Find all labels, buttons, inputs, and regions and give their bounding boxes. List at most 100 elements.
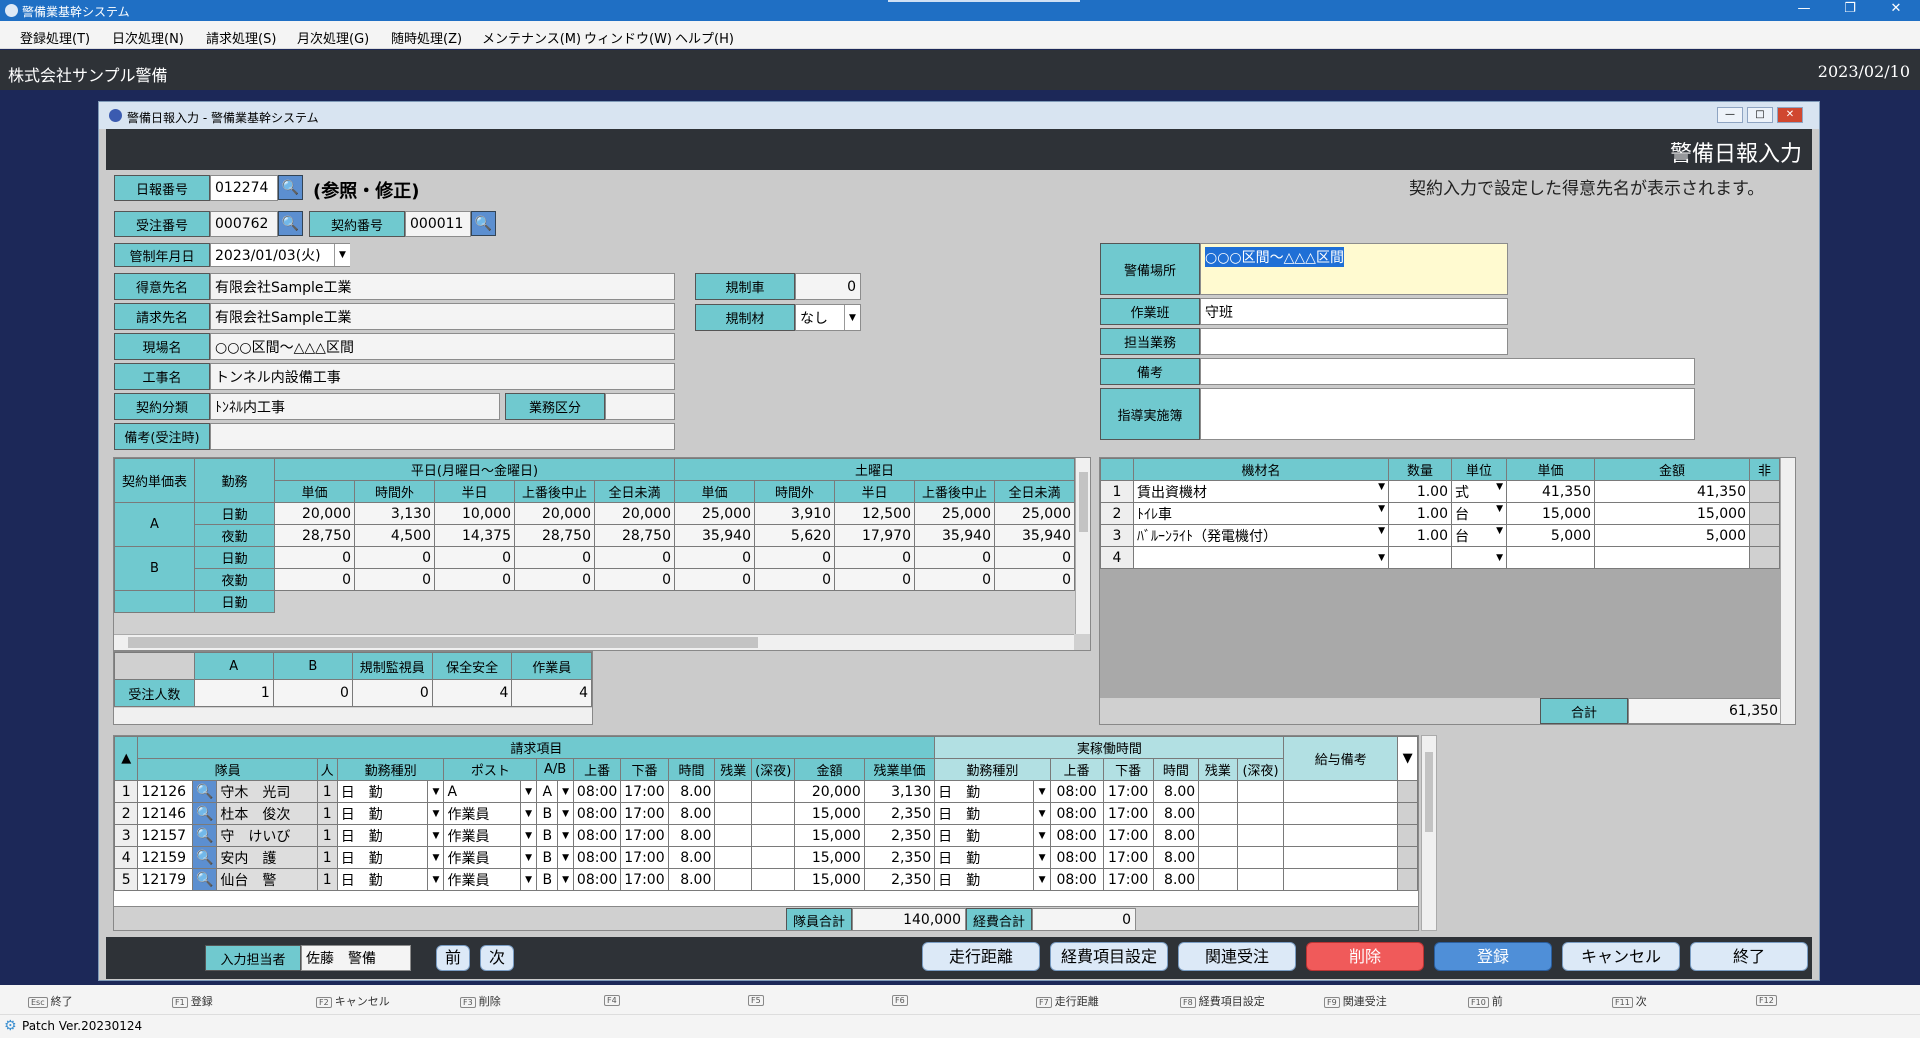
staff-kind[interactable]: 日 勤: [336, 846, 429, 869]
equip-unit[interactable]: ▼: [1451, 546, 1507, 569]
jitsu-end[interactable]: 17:00: [1102, 802, 1154, 825]
chevron-down-icon[interactable]: ▼: [1378, 553, 1385, 563]
price-cell[interactable]: 0: [354, 546, 435, 569]
staff-end[interactable]: 17:00: [620, 846, 669, 869]
chevron-down-icon[interactable]: ▼: [1033, 780, 1051, 803]
bunrui-input[interactable]: ﾄﾝﾈﾙ内工事: [210, 393, 500, 420]
juchu-search-icon[interactable]: 🔍: [278, 211, 303, 236]
price-cell[interactable]: 3,910: [754, 502, 835, 525]
price-cell[interactable]: 0: [914, 568, 995, 591]
menu-window[interactable]: ウィンドウ(W): [584, 28, 672, 47]
fkey-f1[interactable]: F1 登録: [172, 993, 213, 1009]
price-cell[interactable]: 35,940: [914, 524, 995, 547]
price-cell[interactable]: 0: [994, 568, 1075, 591]
price-cell[interactable]: 10,000: [434, 502, 515, 525]
chevron-down-icon[interactable]: ▼: [1496, 482, 1503, 492]
chevron-down-icon[interactable]: ▼: [557, 780, 574, 803]
staff-kind[interactable]: 日 勤: [336, 802, 429, 825]
staff-name[interactable]: 安内 護: [216, 846, 318, 869]
price-cell[interactable]: 0: [354, 568, 435, 591]
staff-zangyo[interactable]: [714, 780, 753, 803]
nippo-input[interactable]: 012274: [210, 175, 278, 201]
search-icon[interactable]: 🔍: [191, 868, 218, 891]
chevron-down-icon[interactable]: ▼: [427, 846, 445, 869]
jitsu-hours[interactable]: 8.00: [1152, 780, 1200, 803]
staff-post[interactable]: 作業員: [443, 802, 522, 825]
menu-getsuji[interactable]: 月次処理(G): [297, 28, 369, 47]
search-icon[interactable]: 🔍: [191, 780, 218, 803]
soko-kyori-button[interactable]: 走行距離: [922, 942, 1040, 971]
jitsu-zangyo[interactable]: [1198, 802, 1238, 825]
price-cell[interactable]: 20,000: [514, 502, 595, 525]
tokui-input[interactable]: 有限会社Sample工業: [210, 273, 675, 300]
count-cell[interactable]: 4: [431, 679, 513, 707]
jitsu-shinya[interactable]: [1236, 802, 1285, 825]
equip-amount[interactable]: 41,350: [1594, 480, 1750, 503]
delete-button[interactable]: 削除: [1306, 942, 1424, 971]
equip-price[interactable]: 41,350: [1506, 480, 1595, 503]
price-cell[interactable]: 35,940: [674, 524, 755, 547]
fkey-f5[interactable]: F5: [748, 993, 767, 1006]
chevron-down-icon[interactable]: ▼: [427, 802, 445, 825]
menu-nichiji[interactable]: 日次処理(N): [112, 28, 184, 47]
jitsu-start[interactable]: 08:00: [1049, 846, 1104, 869]
han-input[interactable]: 守班: [1200, 298, 1508, 325]
fkey-f11[interactable]: F11 次: [1612, 993, 1647, 1009]
equip-price[interactable]: 5,000: [1506, 524, 1595, 547]
price-cell[interactable]: 0: [674, 546, 755, 569]
next-button[interactable]: 次: [480, 945, 514, 971]
menu-toroku[interactable]: 登録処理(T): [20, 28, 90, 47]
search-icon[interactable]: 🔍: [191, 846, 218, 869]
staff-ab[interactable]: A: [536, 780, 559, 803]
jitsu-hours[interactable]: 8.00: [1152, 846, 1200, 869]
price-cell[interactable]: 25,000: [994, 502, 1075, 525]
count-cell[interactable]: 0: [272, 679, 353, 707]
price-cell[interactable]: 20,000: [274, 502, 355, 525]
staff-kind[interactable]: 日 勤: [336, 780, 429, 803]
price-cell[interactable]: 28,750: [514, 524, 595, 547]
equip-qty[interactable]: [1388, 546, 1452, 569]
price-cell[interactable]: 0: [914, 546, 995, 569]
chevron-down-icon[interactable]: ▼: [557, 868, 574, 891]
chevron-down-icon[interactable]: ▼: [1033, 824, 1051, 847]
staff-hours[interactable]: 8.00: [667, 802, 716, 825]
count-cell[interactable]: 4: [511, 679, 592, 707]
jitsu-end[interactable]: 17:00: [1102, 780, 1154, 803]
chevron-down-icon[interactable]: ▼: [1496, 553, 1503, 563]
staff-shinya[interactable]: [751, 780, 796, 803]
price-cell[interactable]: 17,970: [834, 524, 915, 547]
equip-qty[interactable]: 1.00: [1388, 502, 1452, 525]
keiyaku-search-icon[interactable]: 🔍: [471, 211, 496, 236]
staff-hours[interactable]: 8.00: [667, 824, 716, 847]
staff-zangyo[interactable]: [714, 868, 753, 891]
chevron-down-icon[interactable]: ▼: [427, 780, 445, 803]
staff-name[interactable]: 杜本 俊次: [216, 802, 318, 825]
jitsu-end[interactable]: 17:00: [1102, 846, 1154, 869]
fkey-f2[interactable]: F2 キャンセル: [316, 993, 390, 1009]
staff-end[interactable]: 17:00: [620, 824, 669, 847]
kyuyo-biko[interactable]: [1283, 846, 1399, 869]
win-close-icon[interactable]: ✕: [1777, 107, 1803, 123]
equip-name[interactable]: ﾊﾞﾙｰﾝﾗｲﾄ（発電機付） ▼: [1133, 524, 1389, 547]
equip-price[interactable]: 15,000: [1506, 502, 1595, 525]
staff-zangyo[interactable]: [714, 824, 753, 847]
jitsu-start[interactable]: 08:00: [1049, 802, 1104, 825]
jitsu-shinya[interactable]: [1236, 824, 1285, 847]
equip-price[interactable]: [1506, 546, 1595, 569]
staff-name[interactable]: 守 けいび: [216, 824, 318, 847]
equip-unit[interactable]: 式 ▼: [1451, 480, 1507, 503]
staff-start[interactable]: 08:00: [572, 846, 622, 869]
fkey-f12[interactable]: F12: [1756, 993, 1780, 1006]
jitsu-kind[interactable]: 日 勤: [934, 802, 1035, 825]
keihi-settei-button[interactable]: 経費項目設定: [1050, 942, 1168, 971]
staff-ab[interactable]: B: [536, 868, 559, 891]
staff-row[interactable]: 4 12159 🔍 安内 護1日 勤 ▼ 作業員 ▼ B ▼ 08:00 17:00 8.00 15,0…: [114, 846, 1418, 869]
equip-amount[interactable]: [1594, 546, 1750, 569]
staff-ab[interactable]: B: [536, 802, 559, 825]
fkey-f7[interactable]: F7 走行距離: [1036, 993, 1099, 1009]
sort-icon[interactable]: ▲: [114, 736, 139, 781]
nippo-search-icon[interactable]: 🔍: [278, 175, 303, 200]
jitsu-shinya[interactable]: [1236, 780, 1285, 803]
kanri-date-input[interactable]: 2023/01/03(火): [210, 243, 350, 267]
equip-name[interactable]: ﾄｲﾚ車 ▼: [1133, 502, 1389, 525]
